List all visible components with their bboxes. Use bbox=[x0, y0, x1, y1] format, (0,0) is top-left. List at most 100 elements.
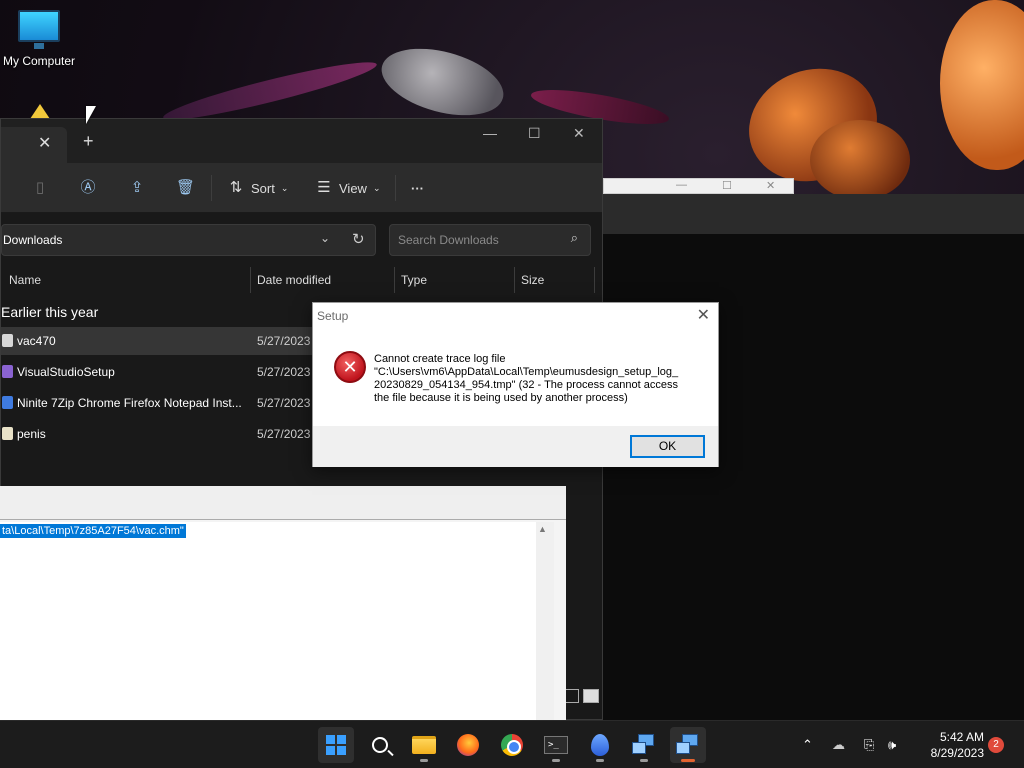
file-date: 5/27/2023 bbox=[257, 427, 311, 441]
background-window-titlebar[interactable]: — ☐ ✕ bbox=[603, 178, 794, 194]
trash-icon: 🗑 bbox=[176, 179, 196, 196]
file-date: 5/27/2023 bbox=[257, 334, 311, 348]
address-bar[interactable]: Downloads ⌄ ↻ bbox=[1, 224, 376, 256]
dialog-title: Setup bbox=[317, 309, 349, 323]
close-icon[interactable]: ✕ bbox=[697, 305, 710, 325]
minimize-icon[interactable]: — bbox=[483, 125, 497, 141]
onedrive-offline-icon[interactable]: ☁ bbox=[832, 721, 845, 768]
scroll-up-icon[interactable]: ▲ bbox=[538, 524, 550, 536]
scrollbar[interactable] bbox=[536, 522, 554, 720]
file-row[interactable]: VisualStudioSetup 5/27/2023 bbox=[1, 358, 313, 386]
setup-icon bbox=[676, 734, 700, 756]
share-button[interactable]: ⇪ bbox=[128, 175, 146, 201]
more-icon: ··· bbox=[411, 180, 424, 196]
file-icon bbox=[2, 365, 13, 378]
file-row[interactable]: penis 5/27/2023 bbox=[1, 420, 313, 448]
clock-time: 5:42 AM bbox=[939, 730, 984, 744]
rename-icon: Ⓐ bbox=[80, 179, 96, 196]
taskbar-setup-2[interactable] bbox=[670, 727, 706, 763]
chevron-up-icon[interactable]: ⌃ bbox=[802, 721, 813, 768]
toolbar-divider bbox=[395, 175, 396, 201]
running-indicator bbox=[420, 759, 428, 762]
running-indicator bbox=[596, 759, 604, 762]
notification-badge[interactable]: 2 bbox=[988, 737, 1004, 753]
paste-button[interactable]: ▯ bbox=[31, 175, 49, 201]
taskbar-setup-1[interactable] bbox=[626, 727, 662, 763]
taskbar-chrome[interactable] bbox=[494, 727, 530, 763]
taskbar-drop-app[interactable] bbox=[582, 727, 618, 763]
text-output-window: ta\Local\Temp\7z85A27F54\vac.chm" ▲ bbox=[0, 486, 566, 720]
rename-button[interactable]: Ⓐ bbox=[79, 175, 97, 201]
file-date: 5/27/2023 bbox=[257, 365, 311, 379]
volume-icon[interactable]: 🕪 bbox=[888, 721, 896, 768]
view-button[interactable]: ☰ View ⌄ bbox=[315, 175, 380, 201]
search-button[interactable] bbox=[362, 727, 398, 763]
selected-path-text: ta\Local\Temp\7z85A27F54\vac.chm" bbox=[0, 524, 186, 538]
column-header-name[interactable]: Name bbox=[9, 273, 41, 287]
chevron-down-icon[interactable]: ⌄ bbox=[320, 231, 330, 245]
column-header-size[interactable]: Size bbox=[521, 273, 544, 287]
delete-button[interactable]: 🗑 bbox=[176, 175, 196, 201]
search-icon bbox=[372, 737, 388, 753]
column-header-date[interactable]: Date modified bbox=[257, 273, 331, 287]
taskbar: >_ ⌃ ☁ ⎘ 🕪 5:42 AM 8/29/2023 2 bbox=[0, 720, 1024, 768]
chevron-down-icon: ⌄ bbox=[280, 182, 289, 193]
file-icon bbox=[2, 427, 13, 440]
explorer-titlebar: ✕ + — ☐ ✕ bbox=[1, 119, 602, 163]
running-indicator bbox=[640, 759, 648, 762]
column-divider[interactable] bbox=[394, 267, 395, 293]
error-message-line: the file because it is being used by ano… bbox=[374, 392, 628, 404]
tiles-view-icon[interactable] bbox=[583, 689, 599, 703]
refresh-icon[interactable]: ↻ bbox=[352, 230, 365, 248]
maximize-icon[interactable]: ☐ bbox=[528, 125, 541, 142]
column-divider[interactable] bbox=[514, 267, 515, 293]
desktop-icon-my-computer[interactable]: My Computer bbox=[0, 8, 78, 68]
file-icon bbox=[2, 334, 13, 347]
start-button[interactable] bbox=[318, 727, 354, 763]
view-label: View bbox=[339, 180, 367, 196]
clock-date: 8/29/2023 bbox=[930, 746, 984, 760]
wallpaper-shape bbox=[374, 36, 511, 128]
file-name: vac470 bbox=[17, 334, 56, 348]
error-message-line: Cannot create trace log file bbox=[374, 353, 506, 365]
system-clock[interactable]: 5:42 AM 8/29/2023 bbox=[918, 729, 984, 761]
network-icon[interactable]: ⎘ bbox=[864, 721, 874, 768]
column-divider[interactable] bbox=[250, 267, 251, 293]
group-header[interactable]: Earlier this year bbox=[1, 304, 98, 320]
view-toggle-group bbox=[563, 689, 599, 703]
maximize-icon[interactable]: ☐ bbox=[722, 179, 732, 192]
file-icon bbox=[2, 396, 13, 409]
sort-button[interactable]: ⇅ Sort ⌄ bbox=[227, 175, 289, 201]
taskbar-firefox[interactable] bbox=[450, 727, 486, 763]
taskbar-file-explorer[interactable] bbox=[406, 727, 442, 763]
close-tab-icon[interactable]: ✕ bbox=[38, 133, 51, 153]
error-message: Cannot create trace log file "C:\Users\v… bbox=[374, 353, 704, 405]
ok-button[interactable]: OK bbox=[630, 435, 705, 458]
search-input[interactable]: Search Downloads ⌕ bbox=[389, 224, 591, 256]
dialog-body: ✕ Cannot create trace log file "C:\Users… bbox=[313, 327, 718, 426]
setup-error-dialog: Setup ✕ ✕ Cannot create trace log file "… bbox=[312, 302, 719, 467]
close-icon[interactable]: ✕ bbox=[573, 125, 585, 142]
column-divider[interactable] bbox=[594, 267, 595, 293]
address-row: Downloads ⌄ ↻ Search Downloads ⌕ bbox=[1, 213, 602, 267]
output-textbox[interactable]: ta\Local\Temp\7z85A27F54\vac.chm" bbox=[0, 522, 554, 720]
new-tab-icon[interactable]: + bbox=[83, 131, 94, 152]
drop-app-icon bbox=[591, 734, 609, 756]
minimize-icon[interactable]: — bbox=[676, 179, 687, 191]
share-icon: ⇪ bbox=[130, 179, 144, 196]
sort-label: Sort bbox=[251, 180, 275, 196]
desktop-icon-label: My Computer bbox=[2, 54, 76, 68]
close-icon[interactable]: ✕ bbox=[766, 179, 775, 192]
paste-icon: ▯ bbox=[35, 179, 45, 196]
column-header-type[interactable]: Type bbox=[401, 273, 427, 287]
view-icon: ☰ bbox=[317, 179, 331, 196]
more-options-button[interactable]: ··· bbox=[411, 175, 424, 201]
taskbar-terminal[interactable]: >_ bbox=[538, 727, 574, 763]
running-indicator bbox=[552, 759, 560, 762]
file-row[interactable]: vac470 5/27/2023 bbox=[1, 327, 313, 355]
file-row[interactable]: Ninite 7Zip Chrome Firefox Notepad Inst.… bbox=[1, 389, 313, 417]
toolbar-divider bbox=[211, 175, 212, 201]
error-message-line: 20230829_054134_954.tmp" (32 - The proce… bbox=[374, 379, 678, 391]
tab-downloads[interactable]: ✕ bbox=[1, 127, 67, 163]
mouse-cursor-icon bbox=[86, 106, 96, 124]
